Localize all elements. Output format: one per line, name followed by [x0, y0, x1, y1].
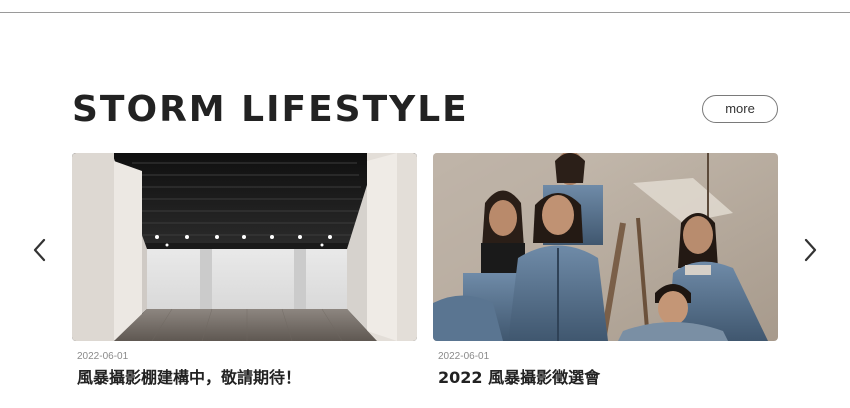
card-title[interactable]: 風暴攝影棚建構中，敬請期待！ — [77, 368, 417, 388]
denim-group-photo[interactable] — [433, 153, 778, 341]
carousel-next-button[interactable] — [800, 235, 820, 265]
card-date: 2022-06-01 — [77, 351, 129, 362]
chevron-left-icon — [33, 238, 46, 262]
carousel-prev-button[interactable] — [30, 235, 50, 265]
more-button[interactable]: more — [702, 95, 778, 123]
section-title: STORM LIFESTYLE — [72, 89, 469, 130]
studio-interior-photo[interactable] — [72, 153, 417, 341]
card-date: 2022-06-01 — [438, 351, 490, 362]
page: STORM LIFESTYLE more 2022-06-01 風暴攝影棚建構中… — [0, 0, 850, 408]
article-card[interactable]: 2022-06-01 風暴攝影棚建構中，敬請期待！ — [72, 153, 417, 388]
card-title[interactable]: 2022 風暴攝影徵選會 — [438, 368, 778, 388]
article-card[interactable]: 2022-06-01 2022 風暴攝影徵選會 — [433, 153, 778, 388]
top-divider — [0, 12, 850, 13]
chevron-right-icon — [804, 238, 817, 262]
